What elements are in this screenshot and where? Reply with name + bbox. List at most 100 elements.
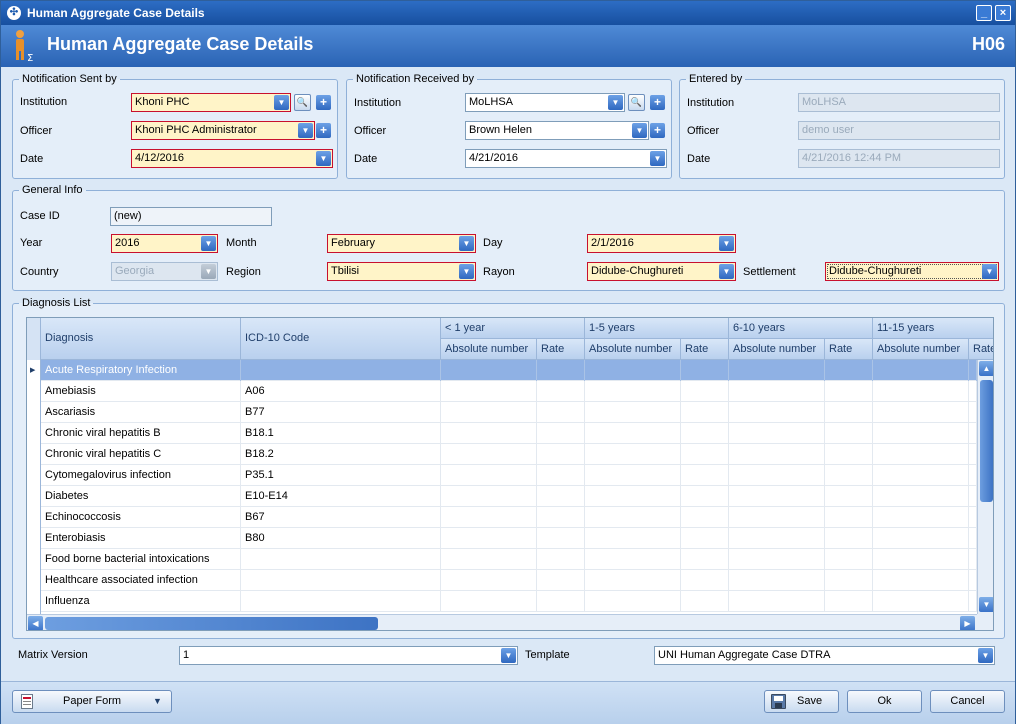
value-cell[interactable] xyxy=(729,486,825,507)
diagnosis-cell[interactable]: Enterobiasis xyxy=(41,528,241,549)
chevron-down-icon[interactable]: ▼ xyxy=(316,151,331,166)
day-picker[interactable]: 2/1/2016 ▼ xyxy=(587,234,736,253)
table-row[interactable]: Ascariasis B77 xyxy=(41,402,977,423)
value-cell[interactable] xyxy=(825,591,873,612)
value-cell[interactable] xyxy=(585,360,681,381)
value-cell[interactable] xyxy=(729,591,825,612)
diagnosis-cell[interactable]: Chronic viral hepatitis B xyxy=(41,423,241,444)
chevron-down-icon[interactable]: ▼ xyxy=(632,123,647,138)
chevron-down-icon[interactable]: ▼ xyxy=(459,236,474,251)
table-row[interactable]: Echinococcosis B67 xyxy=(41,507,977,528)
received-officer-select[interactable]: Brown Helen ▼ xyxy=(465,121,649,140)
plus-icon[interactable]: + xyxy=(316,95,331,110)
col-rate-header[interactable]: Rate xyxy=(969,339,993,360)
horizontal-scroll-thumb[interactable] xyxy=(45,617,378,630)
value-cell[interactable] xyxy=(729,465,825,486)
region-select[interactable]: Tbilisi ▼ xyxy=(327,262,476,281)
scroll-up-icon[interactable]: ▲ xyxy=(979,361,993,376)
value-cell[interactable] xyxy=(441,444,537,465)
diagnosis-cell[interactable]: Diabetes xyxy=(41,486,241,507)
value-cell[interactable] xyxy=(969,528,977,549)
value-cell[interactable] xyxy=(825,423,873,444)
value-cell[interactable] xyxy=(825,570,873,591)
matrix-version-select[interactable]: 1 ▼ xyxy=(179,646,518,665)
paper-form-button[interactable]: Paper Form ▼ xyxy=(12,690,172,713)
ok-button[interactable]: Ok xyxy=(847,690,922,713)
table-row[interactable]: Amebiasis A06 xyxy=(41,381,977,402)
col-rate-header[interactable]: Rate xyxy=(537,339,585,360)
value-cell[interactable] xyxy=(873,423,969,444)
chevron-down-icon[interactable]: ▼ xyxy=(298,123,313,138)
value-cell[interactable] xyxy=(729,402,825,423)
value-cell[interactable] xyxy=(537,549,585,570)
table-row[interactable]: Acute Respiratory Infection xyxy=(41,360,977,381)
sent-institution-select[interactable]: Khoni PHC ▼ xyxy=(131,93,291,112)
value-cell[interactable] xyxy=(537,570,585,591)
value-cell[interactable] xyxy=(681,528,729,549)
value-cell[interactable] xyxy=(585,528,681,549)
value-cell[interactable] xyxy=(969,381,977,402)
received-institution-select[interactable]: MoLHSA ▼ xyxy=(465,93,625,112)
value-cell[interactable] xyxy=(585,402,681,423)
value-cell[interactable] xyxy=(873,549,969,570)
table-row[interactable]: Influenza xyxy=(41,591,977,612)
value-cell[interactable] xyxy=(585,381,681,402)
value-cell[interactable] xyxy=(729,381,825,402)
vertical-scrollbar[interactable]: ▲ ▼ xyxy=(977,360,993,614)
value-cell[interactable] xyxy=(729,507,825,528)
table-row[interactable]: Diabetes E10-E14 xyxy=(41,486,977,507)
chevron-down-icon[interactable]: ▼ xyxy=(719,264,734,279)
col-abs-header[interactable]: Absolute number xyxy=(873,339,969,360)
chevron-down-icon[interactable]: ▼ xyxy=(608,95,623,110)
chevron-down-icon[interactable]: ▼ xyxy=(978,648,993,663)
vertical-scroll-thumb[interactable] xyxy=(980,380,993,502)
value-cell[interactable] xyxy=(729,570,825,591)
minimize-icon[interactable]: _ xyxy=(976,5,992,21)
icd-code-cell[interactable]: P35.1 xyxy=(241,465,441,486)
value-cell[interactable] xyxy=(441,528,537,549)
value-cell[interactable] xyxy=(969,570,977,591)
value-cell[interactable] xyxy=(825,507,873,528)
col-diagnosis-header[interactable]: Diagnosis xyxy=(41,318,241,360)
search-icon[interactable]: 🔍 xyxy=(294,94,311,111)
col-abs-header[interactable]: Absolute number xyxy=(441,339,537,360)
value-cell[interactable] xyxy=(441,486,537,507)
col-rate-header[interactable]: Rate xyxy=(825,339,873,360)
icd-code-cell[interactable]: B18.1 xyxy=(241,423,441,444)
value-cell[interactable] xyxy=(873,591,969,612)
value-cell[interactable] xyxy=(825,381,873,402)
value-cell[interactable] xyxy=(681,486,729,507)
value-cell[interactable] xyxy=(537,465,585,486)
value-cell[interactable] xyxy=(873,570,969,591)
col-icd-header[interactable]: ICD-10 Code xyxy=(241,318,441,360)
value-cell[interactable] xyxy=(441,360,537,381)
value-cell[interactable] xyxy=(441,570,537,591)
received-date-picker[interactable]: 4/21/2016 ▼ xyxy=(465,149,667,168)
value-cell[interactable] xyxy=(825,360,873,381)
table-row[interactable]: Enterobiasis B80 xyxy=(41,528,977,549)
value-cell[interactable] xyxy=(873,528,969,549)
diagnosis-cell[interactable]: Amebiasis xyxy=(41,381,241,402)
sent-officer-select[interactable]: Khoni PHC Administrator ▼ xyxy=(131,121,315,140)
icd-code-cell[interactable] xyxy=(241,570,441,591)
value-cell[interactable] xyxy=(681,402,729,423)
settlement-select[interactable]: Didube-Chughureti ▼ xyxy=(825,262,999,281)
sent-date-picker[interactable]: 4/12/2016 ▼ xyxy=(131,149,333,168)
icd-code-cell[interactable]: B18.2 xyxy=(241,444,441,465)
value-cell[interactable] xyxy=(729,360,825,381)
table-row[interactable]: Chronic viral hepatitis C B18.2 xyxy=(41,444,977,465)
value-cell[interactable] xyxy=(969,402,977,423)
icd-code-cell[interactable] xyxy=(241,549,441,570)
table-row[interactable]: Chronic viral hepatitis B B18.1 xyxy=(41,423,977,444)
value-cell[interactable] xyxy=(585,507,681,528)
value-cell[interactable] xyxy=(873,507,969,528)
value-cell[interactable] xyxy=(537,528,585,549)
table-row[interactable]: Cytomegalovirus infection P35.1 xyxy=(41,465,977,486)
save-button[interactable]: Save xyxy=(764,690,839,713)
value-cell[interactable] xyxy=(969,507,977,528)
chevron-down-icon[interactable]: ▼ xyxy=(982,264,997,279)
diagnosis-cell[interactable]: Echinococcosis xyxy=(41,507,241,528)
value-cell[interactable] xyxy=(729,423,825,444)
value-cell[interactable] xyxy=(441,402,537,423)
value-cell[interactable] xyxy=(825,549,873,570)
